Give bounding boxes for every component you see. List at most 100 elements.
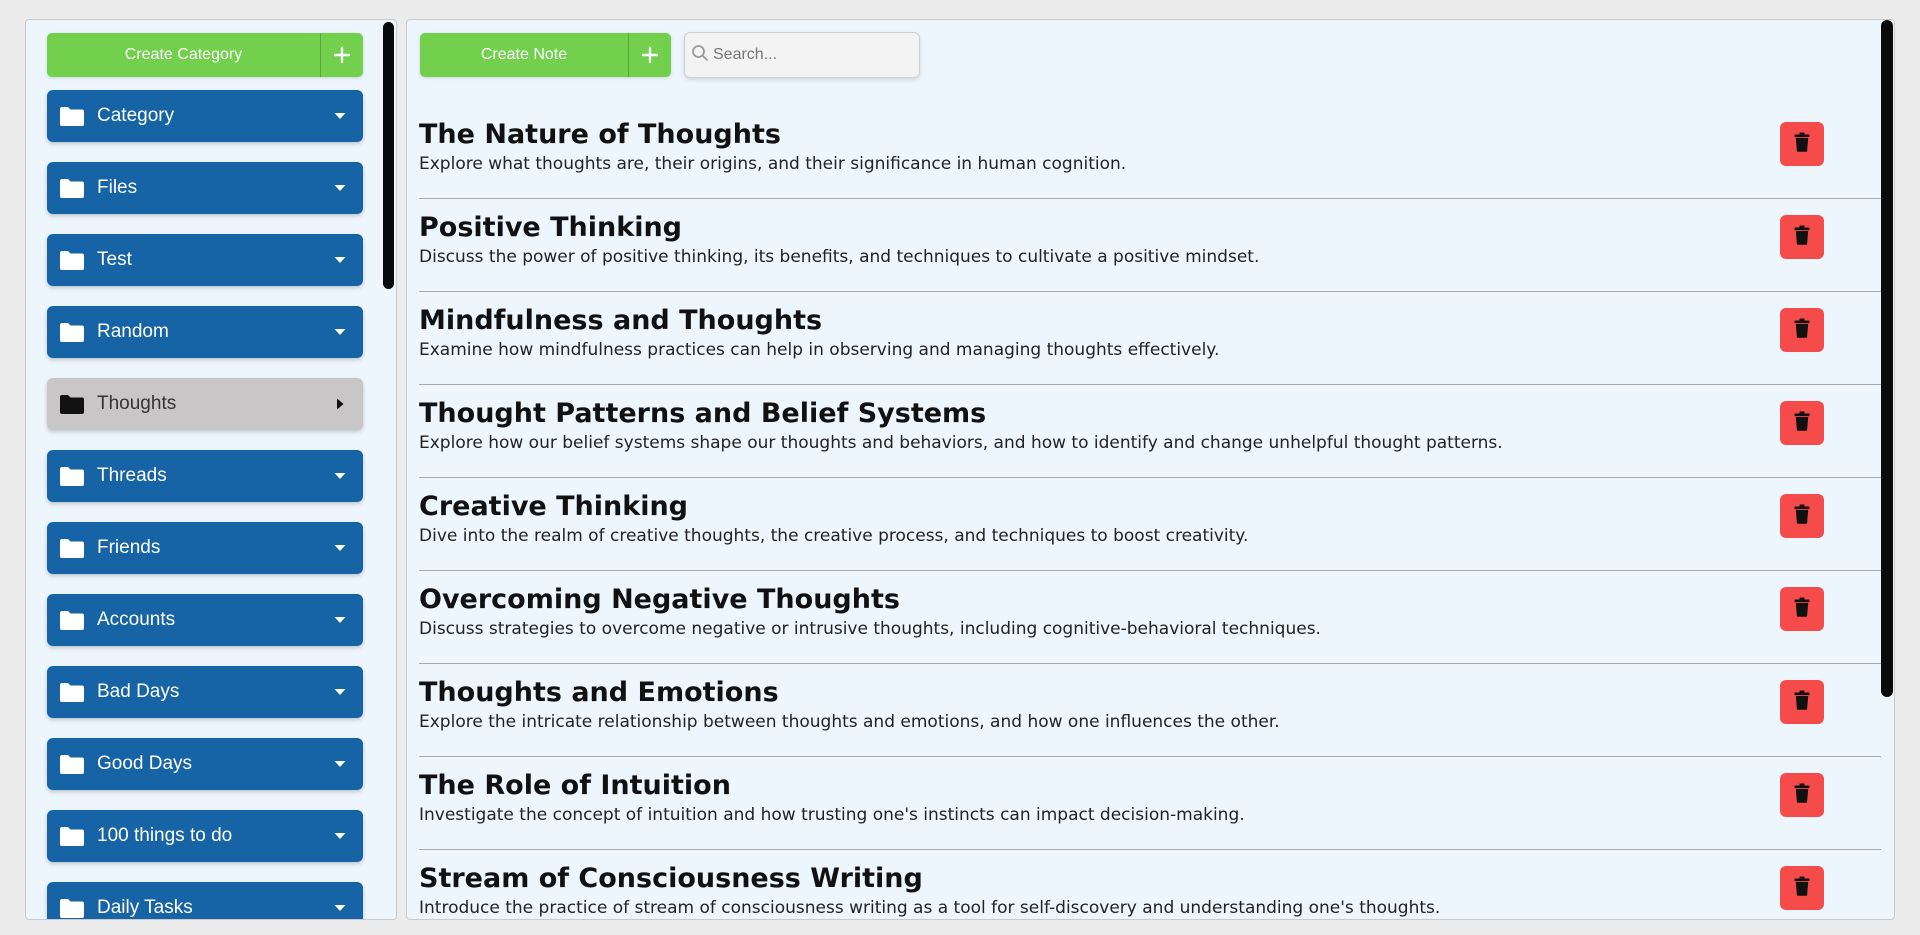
category-label: 100 things to do — [97, 825, 233, 846]
folder-icon — [59, 105, 97, 127]
category-label: Files — [97, 177, 138, 198]
plus-icon[interactable] — [629, 33, 671, 77]
category-item[interactable]: Thoughts — [47, 378, 363, 430]
folder-icon — [59, 609, 97, 631]
folder-icon — [59, 321, 97, 343]
note-description: Explore the intricate relationship betwe… — [419, 712, 1280, 732]
search-input[interactable] — [713, 46, 903, 64]
trash-icon — [1794, 597, 1810, 622]
delete-note-button[interactable] — [1780, 773, 1824, 817]
note-title[interactable]: The Nature of Thoughts — [419, 118, 1881, 152]
delete-note-button[interactable] — [1780, 494, 1824, 538]
category-label: Good Days — [97, 753, 193, 774]
delete-note-button[interactable] — [1780, 308, 1824, 352]
note-title[interactable]: The Role of Intuition — [419, 769, 1881, 803]
notes-list: The Nature of Thoughts Explore what thoug… — [419, 106, 1881, 919]
caret-down-icon[interactable] — [333, 109, 347, 123]
note-description: Investigate the concept of intuition and… — [419, 805, 1245, 825]
trash-icon — [1794, 504, 1810, 529]
note-description: Examine how mindfulness practices can he… — [419, 340, 1220, 360]
note-title[interactable]: Creative Thinking — [419, 490, 1881, 524]
trash-icon — [1794, 411, 1810, 436]
category-item[interactable]: Bad Days — [47, 666, 363, 718]
category-item[interactable]: Threads — [47, 450, 363, 502]
caret-down-icon[interactable] — [333, 613, 347, 627]
delete-note-button[interactable] — [1780, 866, 1824, 910]
category-label: Test — [97, 249, 132, 270]
create-category-button[interactable]: Create Category — [47, 33, 363, 77]
caret-down-icon[interactable] — [333, 469, 347, 483]
folder-icon — [59, 753, 97, 775]
caret-right-icon[interactable] — [333, 397, 347, 411]
caret-down-icon[interactable] — [333, 829, 347, 843]
note-row[interactable]: Positive Thinking Discuss the power of po… — [419, 199, 1881, 292]
category-item[interactable]: Accounts — [47, 594, 363, 646]
category-label: Bad Days — [97, 681, 180, 702]
delete-note-button[interactable] — [1780, 215, 1824, 259]
category-item[interactable]: Random — [47, 306, 363, 358]
caret-down-icon[interactable] — [333, 253, 347, 267]
folder-icon — [59, 537, 97, 559]
note-title[interactable]: Stream of Consciousness Writing — [419, 862, 1881, 896]
folder-icon — [59, 465, 97, 487]
note-description: Explore what thoughts are, their origins… — [419, 154, 1127, 174]
category-label: Thoughts — [97, 393, 177, 414]
create-category-label[interactable]: Create Category — [47, 33, 321, 77]
note-title[interactable]: Mindfulness and Thoughts — [419, 304, 1881, 338]
plus-icon[interactable] — [321, 33, 363, 77]
note-row[interactable]: Creative Thinking Dive into the realm of … — [419, 478, 1881, 571]
category-label: Threads — [97, 465, 167, 486]
note-title[interactable]: Thoughts and Emotions — [419, 676, 1881, 710]
delete-note-button[interactable] — [1780, 587, 1824, 631]
caret-down-icon[interactable] — [333, 685, 347, 699]
category-item[interactable]: Test — [47, 234, 363, 286]
search-box[interactable] — [684, 32, 920, 78]
category-item[interactable]: 100 things to do — [47, 810, 363, 862]
folder-icon — [59, 177, 97, 199]
folder-icon — [59, 897, 97, 919]
search-icon — [691, 44, 709, 67]
category-label: Friends — [97, 537, 161, 558]
note-title[interactable]: Overcoming Negative Thoughts — [419, 583, 1881, 617]
notes-scrollbar[interactable] — [1881, 20, 1893, 697]
caret-down-icon[interactable] — [333, 901, 347, 915]
note-description: Introduce the practice of stream of cons… — [419, 898, 1441, 918]
category-item[interactable]: Daily Tasks — [47, 882, 363, 919]
category-label: Accounts — [97, 609, 176, 630]
note-title[interactable]: Positive Thinking — [419, 211, 1881, 245]
folder-icon — [59, 825, 97, 847]
note-row[interactable]: Overcoming Negative Thoughts Discuss stra… — [419, 571, 1881, 664]
sidebar-scrollbar[interactable] — [383, 22, 394, 289]
note-description: Explore how our belief systems shape our… — [419, 433, 1503, 453]
category-item[interactable]: Files — [47, 162, 363, 214]
caret-down-icon[interactable] — [333, 181, 347, 195]
caret-down-icon[interactable] — [333, 757, 347, 771]
category-label: Random — [97, 321, 169, 342]
category-item[interactable]: Category — [47, 90, 363, 142]
note-title[interactable]: Thought Patterns and Belief Systems — [419, 397, 1881, 431]
note-row[interactable]: The Nature of Thoughts Explore what thoug… — [419, 106, 1881, 199]
folder-icon — [59, 393, 97, 415]
delete-note-button[interactable] — [1780, 122, 1824, 166]
category-label: Category — [97, 105, 175, 126]
trash-icon — [1794, 225, 1810, 250]
note-row[interactable]: Stream of Consciousness Writing Introduce… — [419, 850, 1881, 919]
note-row[interactable]: Mindfulness and Thoughts Examine how mind… — [419, 292, 1881, 385]
note-row[interactable]: Thought Patterns and Belief Systems Explo… — [419, 385, 1881, 478]
delete-note-button[interactable] — [1780, 401, 1824, 445]
caret-down-icon[interactable] — [333, 541, 347, 555]
caret-down-icon[interactable] — [333, 325, 347, 339]
note-row[interactable]: Thoughts and Emotions Explore the intrica… — [419, 664, 1881, 757]
create-note-label[interactable]: Create Note — [420, 33, 629, 77]
trash-icon — [1794, 690, 1810, 715]
delete-note-button[interactable] — [1780, 680, 1824, 724]
note-description: Dive into the realm of creative thoughts… — [419, 526, 1249, 546]
category-sidebar: Create Category Category Files Test Random T… — [25, 19, 397, 920]
category-label: Daily Tasks — [97, 897, 193, 918]
category-item[interactable]: Good Days — [47, 738, 363, 790]
category-item[interactable]: Friends — [47, 522, 363, 574]
notes-panel: Create Note The Nature of ThoughtsExplor… — [406, 19, 1895, 920]
note-row[interactable]: The Role of Intuition Investigate the con… — [419, 757, 1881, 850]
trash-icon — [1794, 132, 1810, 157]
create-note-button[interactable]: Create Note — [420, 33, 671, 77]
